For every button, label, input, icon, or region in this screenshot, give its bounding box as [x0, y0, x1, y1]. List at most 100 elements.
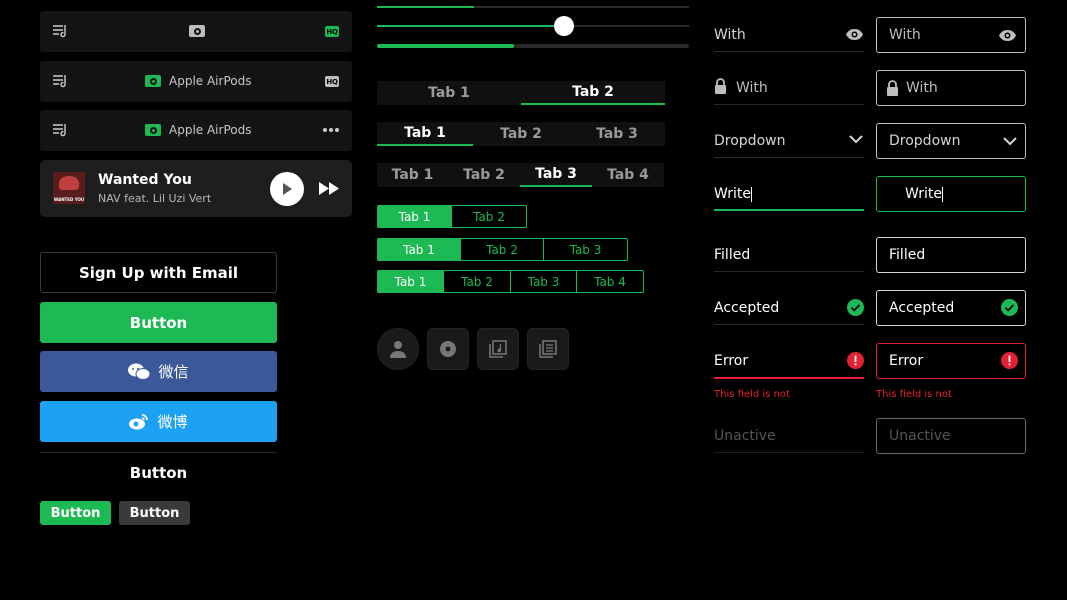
tab-bar-4: Tab 1 Tab 2 Tab 3 Tab 4	[377, 163, 664, 187]
chevron-down-icon[interactable]	[849, 135, 863, 144]
field-text: With	[906, 80, 938, 96]
segment-1[interactable]: Tab 1	[378, 271, 444, 292]
text-cursor	[750, 186, 752, 202]
write-field-flat[interactable]: Write	[714, 186, 752, 202]
unactive-field-flat: Unactive	[714, 428, 776, 444]
dropdown-flat[interactable]: Dropdown	[714, 133, 785, 149]
segment-1[interactable]: Tab 1	[378, 239, 461, 260]
eye-icon[interactable]	[845, 28, 864, 41]
speaker-icon	[145, 124, 161, 136]
cover-text: WANTED YOU	[53, 197, 85, 202]
playlist-placeholder[interactable]	[527, 328, 569, 370]
tab-2[interactable]: Tab 2	[448, 163, 520, 187]
wechat-icon	[128, 363, 151, 380]
small-gray-button[interactable]: Button	[119, 501, 190, 525]
device-row-3[interactable]: Apple AirPods	[40, 110, 352, 151]
tab-1[interactable]: Tab 1	[377, 81, 521, 105]
volume-slider[interactable]	[377, 16, 689, 36]
queue-icon[interactable]	[52, 73, 68, 89]
slider-fill	[377, 25, 565, 27]
error-field-boxed[interactable]: Error	[876, 343, 1026, 379]
user-icon	[390, 341, 406, 358]
device-name: Apple AirPods	[169, 123, 252, 137]
tab-2[interactable]: Tab 2	[473, 122, 569, 146]
tab-1[interactable]: Tab 1	[377, 163, 448, 187]
locked-field-boxed[interactable]: With	[876, 70, 1026, 106]
tab-3[interactable]: Tab 3	[520, 163, 592, 187]
tab-1[interactable]: Tab 1	[377, 122, 473, 146]
wechat-button[interactable]: 微信	[40, 351, 277, 392]
segment-3[interactable]: Tab 3	[511, 271, 577, 292]
underline	[714, 157, 864, 158]
progress-bar	[377, 44, 689, 48]
write-field-boxed[interactable]: Write	[876, 176, 1026, 212]
segment-4[interactable]: Tab 4	[577, 271, 643, 292]
play-button[interactable]	[270, 172, 304, 206]
check-circle-icon	[847, 299, 864, 316]
avatar-placeholder[interactable]	[377, 328, 419, 370]
field-text: Error	[889, 353, 924, 369]
underline	[714, 104, 864, 105]
queue-icon[interactable]	[52, 23, 68, 39]
lock-icon	[887, 80, 898, 96]
tab-4[interactable]: Tab 4	[592, 163, 664, 187]
small-green-button[interactable]: Button	[40, 501, 111, 525]
weibo-button[interactable]: 微博	[40, 401, 277, 442]
filled-field-boxed[interactable]: Filled	[876, 237, 1026, 273]
now-playing-bar[interactable]: WANTED YOU Wanted You NAV feat. Lil Uzi …	[40, 160, 352, 217]
field-text: Write	[714, 186, 751, 202]
chevron-down-icon[interactable]	[1003, 137, 1017, 146]
wechat-label: 微信	[158, 363, 189, 381]
disc-icon	[440, 341, 456, 357]
skip-forward-icon[interactable]	[319, 182, 339, 195]
primary-button[interactable]: Button	[40, 302, 277, 343]
weibo-icon	[129, 414, 149, 430]
sign-up-email-button[interactable]: Sign Up with Email	[40, 252, 277, 293]
filled-field-flat[interactable]: Filled	[714, 247, 750, 263]
locked-field-flat[interactable]: With	[736, 80, 768, 96]
hq-badge: HQ	[325, 76, 339, 87]
segment-2[interactable]: Tab 2	[444, 271, 511, 292]
album-cover[interactable]: WANTED YOU	[53, 172, 85, 204]
speaker-icon	[189, 25, 205, 37]
segment-2[interactable]: Tab 2	[452, 206, 526, 227]
field-text: Write	[905, 186, 943, 202]
segment-2[interactable]: Tab 2	[461, 239, 544, 260]
underline-error	[714, 377, 864, 379]
accepted-field-flat[interactable]: Accepted	[714, 300, 779, 316]
tab-2[interactable]: Tab 2	[521, 81, 665, 105]
device-row-1[interactable]: HQ	[40, 11, 352, 52]
password-field-boxed[interactable]: With	[876, 17, 1026, 53]
error-field-flat[interactable]: Error	[714, 353, 748, 369]
more-icon[interactable]	[322, 127, 340, 133]
podcast-placeholder[interactable]	[427, 328, 469, 370]
unactive-field-boxed: Unactive	[876, 418, 1026, 454]
eye-icon[interactable]	[998, 29, 1017, 42]
text-button[interactable]: Button	[40, 458, 277, 488]
accepted-field-boxed[interactable]: Accepted	[876, 290, 1026, 326]
underline	[714, 271, 864, 272]
dropdown-boxed[interactable]: Dropdown	[876, 123, 1026, 159]
error-message: This field is not	[876, 389, 952, 400]
device-row-2[interactable]: Apple AirPods HQ	[40, 61, 352, 102]
tab-3[interactable]: Tab 3	[569, 122, 665, 146]
track-title[interactable]: Wanted You	[98, 172, 192, 188]
slider-thumb[interactable]	[554, 16, 575, 36]
queue-icon[interactable]	[52, 122, 68, 138]
speaker-icon	[145, 75, 161, 87]
error-message: This field is not	[714, 389, 790, 400]
segment-1[interactable]: Tab 1	[378, 206, 452, 227]
underline-focused	[714, 209, 864, 211]
track-artist[interactable]: NAV feat. Lil Uzi Vert	[98, 192, 211, 205]
list-icon	[539, 340, 557, 358]
field-text: With	[889, 27, 921, 43]
tab-bar-2: Tab 1 Tab 2	[377, 81, 665, 105]
divider	[40, 452, 277, 453]
field-text: Dropdown	[889, 133, 961, 149]
album-placeholder[interactable]	[477, 328, 519, 370]
field-text: Accepted	[889, 300, 955, 316]
password-field-flat[interactable]: With	[714, 27, 746, 43]
segment-3[interactable]: Tab 3	[544, 239, 627, 260]
play-icon	[283, 183, 292, 195]
field-text: Unactive	[889, 428, 951, 444]
